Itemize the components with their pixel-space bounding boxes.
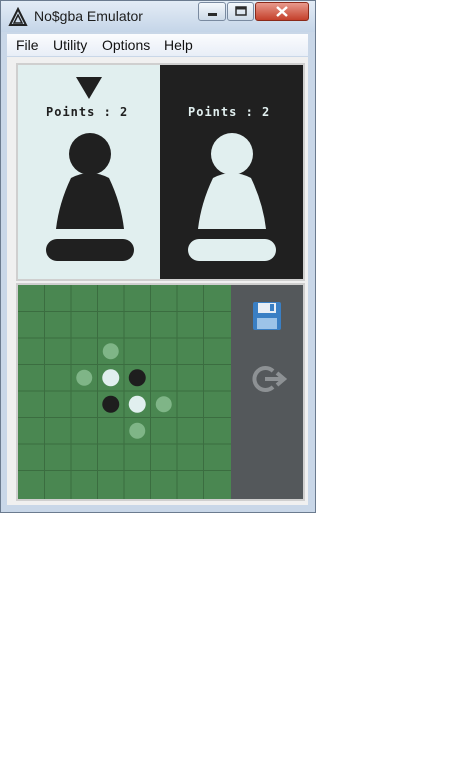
minimize-button[interactable]	[198, 2, 226, 21]
title-bar[interactable]: No$gba Emulator	[1, 1, 315, 32]
white-disc	[128, 395, 146, 413]
window-title: No$gba Emulator	[34, 8, 143, 24]
valid-move-hint[interactable]	[155, 396, 172, 413]
floppy-disk-icon[interactable]	[252, 301, 282, 331]
black-disc	[102, 395, 120, 413]
emulator-screen-area: Points : 2 Points : 2	[7, 57, 308, 505]
othello-board[interactable]	[18, 285, 231, 499]
menu-utility[interactable]: Utility	[53, 37, 87, 53]
black-disc	[128, 369, 146, 387]
bottom-screen	[16, 283, 305, 501]
close-button[interactable]	[255, 2, 309, 21]
player-one-points: Points : 2	[46, 105, 129, 119]
emulator-window: No$gba Emulator File Utility Options Hel…	[0, 0, 316, 513]
app-icon	[8, 7, 28, 26]
white-pawn-icon	[188, 133, 276, 261]
minimize-icon	[208, 13, 217, 16]
black-pawn-icon	[46, 133, 134, 261]
valid-move-hint[interactable]	[102, 343, 119, 360]
exit-arrow-icon[interactable]	[251, 363, 287, 395]
close-icon	[276, 6, 288, 17]
valid-move-hint[interactable]	[129, 422, 146, 439]
side-panel	[231, 285, 303, 499]
white-disc	[102, 369, 120, 387]
valid-move-hint[interactable]	[76, 369, 93, 386]
maximize-button[interactable]	[227, 2, 254, 21]
turn-indicator-icon	[76, 77, 102, 99]
menu-help[interactable]: Help	[164, 37, 193, 53]
restore-icon	[235, 6, 247, 16]
menu-options[interactable]: Options	[102, 37, 150, 53]
menu-bar: File Utility Options Help	[7, 34, 308, 56]
menu-file[interactable]: File	[16, 37, 39, 53]
top-screen: Points : 2 Points : 2	[16, 63, 305, 281]
player-two-points: Points : 2	[188, 105, 271, 119]
